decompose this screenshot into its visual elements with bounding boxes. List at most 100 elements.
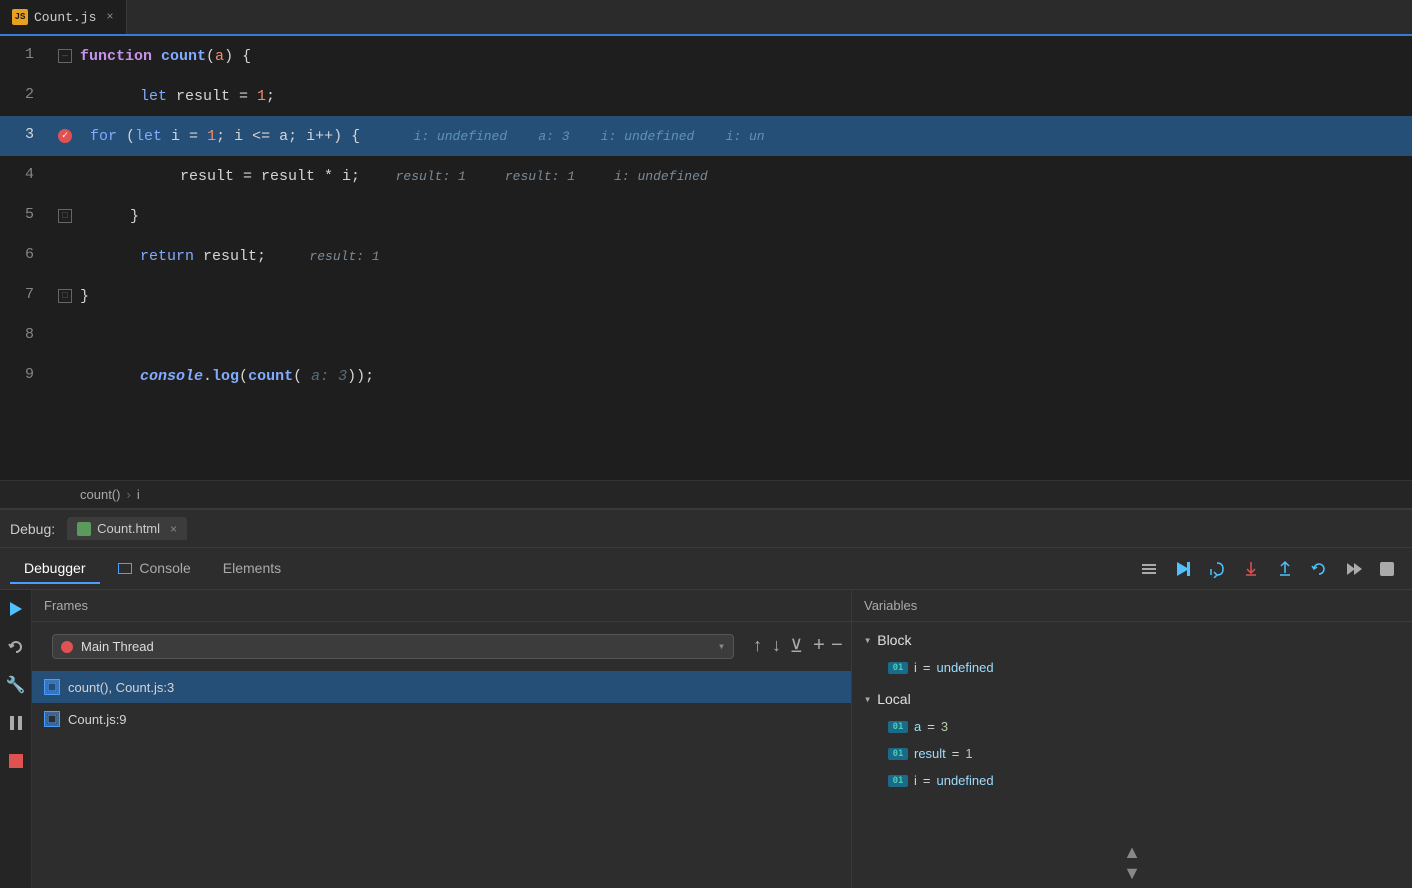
btn-scroll-up-vars[interactable]: ▲ [1123, 842, 1141, 863]
sidebar-icon-reload[interactable] [5, 636, 27, 658]
type-badge-a: 01 [888, 721, 908, 733]
btn-reload[interactable] [1304, 556, 1334, 582]
tab-close-btn[interactable]: × [106, 10, 113, 24]
line-code-7: } [80, 276, 1412, 316]
code-line-1: 1 — function count ( a ) { [0, 36, 1412, 76]
line-gutter-1[interactable]: — [50, 36, 80, 76]
code-line-7: 7 □ } [0, 276, 1412, 316]
btn-thread-filter[interactable]: ⊻ [790, 636, 803, 658]
line-number-8: 8 [0, 316, 50, 356]
var-item-i-local: 01 i = undefined [852, 767, 1412, 794]
code-for-cond: ; i <= a; i++) { [216, 128, 360, 145]
btn-skip[interactable] [1338, 556, 1368, 582]
fold-icon-1[interactable]: — [58, 49, 72, 63]
code-dot: . [203, 368, 212, 385]
inline-val-6: result: 1 [286, 249, 380, 264]
frame-item-1[interactable]: Count.js:9 [32, 703, 851, 735]
call-link-count[interactable]: count() [80, 487, 120, 502]
call-link-i[interactable]: i [137, 487, 140, 502]
var-name-i-local: i [914, 773, 917, 788]
btn-thread-down[interactable]: ↓ [771, 637, 782, 657]
var-value-i-local: undefined [936, 773, 993, 788]
code-paren-close: )); [347, 368, 374, 385]
frame-list: count(), Count.js:3 Count.js:9 [32, 671, 851, 888]
thread-selector[interactable]: Main Thread ▾ [52, 634, 734, 659]
kw-let-2: let [140, 88, 176, 105]
btn-breakpoints-list[interactable] [1134, 556, 1164, 582]
code-return-result: result; [194, 248, 266, 265]
btn-scroll-down-vars[interactable]: ▼ [1123, 863, 1141, 884]
frame-item-0[interactable]: count(), Count.js:3 [32, 671, 851, 703]
line-number-1: 1 [0, 36, 50, 76]
debug-label: Debug: [10, 521, 55, 537]
debug-file-tab[interactable]: Count.html × [67, 517, 187, 540]
line-code-2: let result = 1 ; [80, 76, 1412, 116]
var-name-a: a [914, 719, 921, 734]
tab-bar: JS Count.js × [0, 0, 1412, 36]
fold-icon-5[interactable]: □ [58, 209, 72, 223]
var-equals-result: = [952, 746, 960, 761]
debug-filename: Count.html [97, 521, 160, 536]
line-code-1: function count ( a ) { [80, 36, 1412, 76]
punct-open-paren: ( [206, 48, 215, 65]
code-plain-2: result = [176, 88, 257, 105]
code-line-5: 5 □ } [0, 196, 1412, 236]
tab-filename: Count.js [34, 10, 96, 25]
num-i-start: 1 [207, 128, 216, 145]
sidebar-icon-pause[interactable] [5, 712, 27, 734]
code-line-4: 4 result = result * i; result: 1 result:… [0, 156, 1412, 196]
tab-debugger-label: Debugger [24, 560, 86, 576]
line-number-3: 3 [0, 116, 50, 156]
line-number-4: 4 [0, 156, 50, 196]
frame-icon-0 [44, 679, 60, 695]
breakpoint-3[interactable]: ✓ [58, 129, 72, 143]
sidebar-icon-resume[interactable] [5, 598, 27, 620]
inline-val-4: result: 1 result: 1 i: undefined [380, 169, 708, 184]
code-log: log [212, 368, 239, 385]
var-item-i-block: 01 i = undefined [852, 654, 1412, 681]
type-badge-i-block: 01 [888, 662, 908, 674]
frame-icon-1 [44, 711, 60, 727]
thread-dropdown-arrow: ▾ [718, 639, 725, 654]
tab-console[interactable]: Console [104, 554, 205, 584]
fold-icon-7[interactable]: □ [58, 289, 72, 303]
fn-count: count [161, 48, 206, 65]
code-line-8: 8 [0, 316, 1412, 356]
variables-scroll-btns: ▲ ▼ [852, 838, 1412, 888]
section-name-block: Block [877, 632, 911, 648]
var-item-a: 01 a = 3 [852, 713, 1412, 740]
var-section-header-local[interactable]: ▾ Local [852, 685, 1412, 713]
punct-close-brace-5: } [130, 208, 139, 225]
line-gutter-7[interactable]: □ [50, 276, 80, 316]
var-value-a: 3 [941, 719, 948, 734]
btn-step-out[interactable] [1270, 556, 1300, 582]
btn-breakpoints-toggle[interactable] [1372, 556, 1402, 582]
tab-count-js[interactable]: JS Count.js × [0, 0, 127, 34]
line-gutter-8 [50, 316, 80, 356]
frame-label-0: count(), Count.js:3 [68, 680, 174, 695]
line-number-6: 6 [0, 236, 50, 276]
btn-step-over[interactable] [1202, 556, 1232, 582]
btn-add-frame[interactable]: + [813, 635, 825, 658]
var-section-header-block[interactable]: ▾ Block [852, 626, 1412, 654]
btn-resume[interactable] [1168, 556, 1198, 582]
kw-return: return [140, 248, 194, 265]
type-badge-result: 01 [888, 748, 908, 760]
code-console: console [140, 368, 203, 385]
line-gutter-3[interactable]: ✓ [50, 116, 80, 156]
btn-thread-up[interactable]: ↑ [752, 637, 763, 657]
btn-step-into[interactable] [1236, 556, 1266, 582]
code-line-6: 6 return result; result: 1 [0, 236, 1412, 276]
variables-header: Variables [852, 590, 1412, 622]
debug-file-close[interactable]: × [170, 522, 177, 536]
tab-elements[interactable]: Elements [209, 554, 295, 584]
sidebar-icon-wrench[interactable]: 🔧 [5, 674, 27, 696]
kw-let-3: let [135, 128, 162, 145]
thread-dot [61, 641, 73, 653]
tab-debugger[interactable]: Debugger [10, 554, 100, 584]
sidebar-icon-stop[interactable] [5, 750, 27, 772]
btn-minus-frame[interactable]: − [831, 635, 843, 658]
line-gutter-5[interactable]: □ [50, 196, 80, 236]
var-item-result: 01 result = 1 [852, 740, 1412, 767]
kw-for: for [90, 128, 126, 145]
